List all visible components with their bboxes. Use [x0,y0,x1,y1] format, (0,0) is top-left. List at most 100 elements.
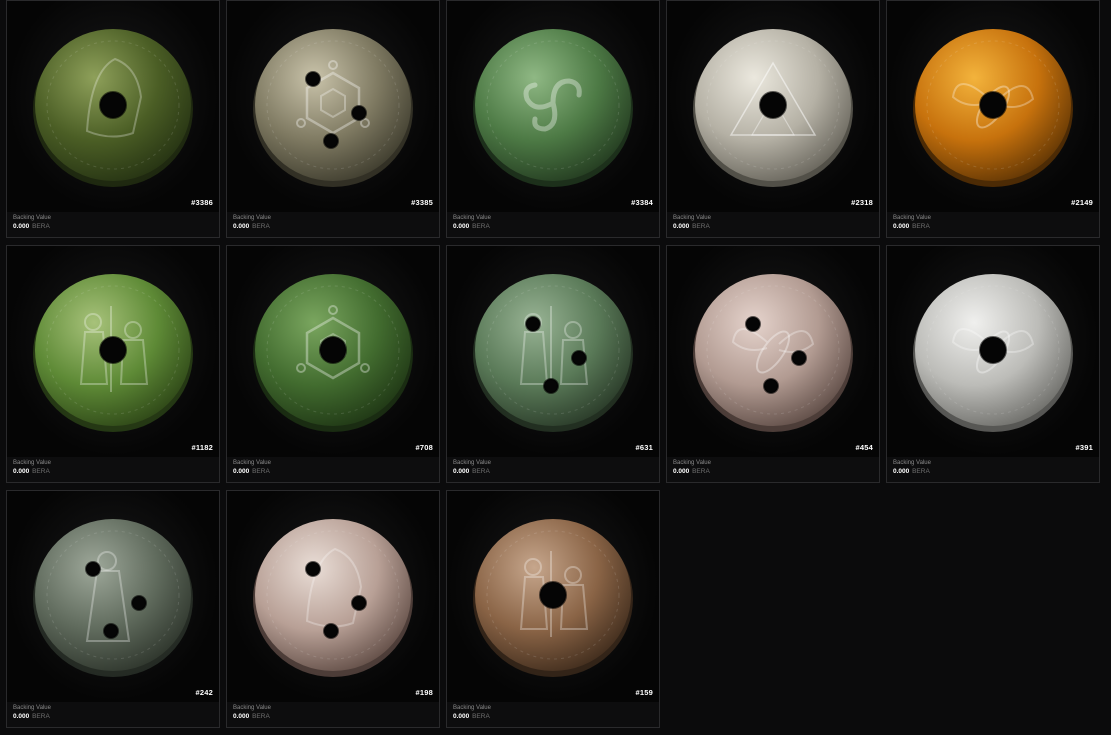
backing-value: 0.000 BERA [233,467,271,476]
backing-value-amount: 0.000 [893,223,910,230]
coin-image: #242 [7,491,219,702]
card-meta: Backing Value 0.000 BERA [13,704,51,721]
coin-image: #1182 [7,246,219,457]
coin-image: #631 [447,246,659,457]
coin-hexagon-network-icon [253,29,413,187]
backing-value: 0.000 BERA [13,222,51,231]
backing-value: 0.000 BERA [673,467,711,476]
coin-image: #3386 [7,1,219,212]
nft-card-242[interactable]: #242 Backing Value 0.000 BERA [6,490,220,728]
coin-image: #159 [447,491,659,702]
coin-robed-figure-icon [33,519,193,677]
backing-value-amount: 0.000 [453,468,470,475]
backing-value-amount: 0.000 [233,713,250,720]
backing-value-amount: 0.000 [893,468,910,475]
nft-card-159[interactable]: #159 Backing Value 0.000 BERA [446,490,660,728]
coin-bee-icon [913,29,1073,187]
card-meta: Backing Value 0.000 BERA [453,214,491,231]
backing-value-label: Backing Value [893,460,931,466]
card-meta: Backing Value 0.000 BERA [453,459,491,476]
token-id: #3385 [411,198,433,207]
card-meta: Backing Value 0.000 BERA [673,214,711,231]
backing-value: 0.000 BERA [893,467,931,476]
card-meta: Backing Value 0.000 BERA [233,214,271,231]
backing-value-amount: 0.000 [673,223,690,230]
backing-value-amount: 0.000 [233,468,250,475]
backing-value-currency: BERA [32,223,50,230]
backing-value-currency: BERA [32,713,50,720]
card-meta: Backing Value 0.000 BERA [233,704,271,721]
backing-value-currency: BERA [692,468,710,475]
backing-value: 0.000 BERA [453,222,491,231]
nft-card-2318[interactable]: #2318 Backing Value 0.000 BERA [666,0,880,238]
backing-value-amount: 0.000 [13,468,30,475]
backing-value: 0.000 BERA [233,712,271,721]
token-id: #159 [635,688,653,697]
coin-image: #2318 [667,1,879,212]
backing-value-label: Backing Value [673,215,711,221]
nft-card-708[interactable]: #708 Backing Value 0.000 BERA [226,245,440,483]
nft-card-1182[interactable]: #1182 Backing Value 0.000 BERA [6,245,220,483]
backing-value: 0.000 BERA [13,467,51,476]
token-id: #3386 [191,198,213,207]
nft-card-454[interactable]: #454 Backing Value 0.000 BERA [666,245,880,483]
token-id: #198 [415,688,433,697]
card-meta: Backing Value 0.000 BERA [673,459,711,476]
nft-card-2149[interactable]: #2149 Backing Value 0.000 BERA [886,0,1100,238]
token-id: #2149 [1071,198,1093,207]
token-id: #391 [1075,443,1093,452]
backing-value-label: Backing Value [233,705,271,711]
card-meta: Backing Value 0.000 BERA [233,459,271,476]
coin-image: #454 [667,246,879,457]
backing-value: 0.000 BERA [453,467,491,476]
backing-value-amount: 0.000 [453,223,470,230]
backing-value-label: Backing Value [13,460,51,466]
backing-value-label: Backing Value [453,705,491,711]
coin-figures-icon [473,519,633,677]
coin-triangle-icon [693,29,853,187]
nft-card-3385[interactable]: #3385 Backing Value 0.000 BERA [226,0,440,238]
nft-card-198[interactable]: #198 Backing Value 0.000 BERA [226,490,440,728]
backing-value-label: Backing Value [233,460,271,466]
backing-value-amount: 0.000 [453,713,470,720]
coin-hexagon-network-icon [253,274,413,432]
coin-hood-icon [33,29,193,187]
token-id: #3384 [631,198,653,207]
nft-card-631[interactable]: #631 Backing Value 0.000 BERA [446,245,660,483]
nft-grid: #3386 Backing Value 0.000 BERA #3385 Bac… [6,0,1100,728]
backing-value-currency: BERA [472,468,490,475]
backing-value-currency: BERA [472,223,490,230]
backing-value: 0.000 BERA [893,222,931,231]
coin-image: #3384 [447,1,659,212]
coin-triskelion-icon [473,29,633,187]
card-meta: Backing Value 0.000 BERA [893,459,931,476]
card-meta: Backing Value 0.000 BERA [893,214,931,231]
backing-value-currency: BERA [472,713,490,720]
backing-value-label: Backing Value [673,460,711,466]
nft-card-391[interactable]: #391 Backing Value 0.000 BERA [886,245,1100,483]
backing-value-currency: BERA [692,223,710,230]
token-id: #242 [195,688,213,697]
coin-image: #198 [227,491,439,702]
backing-value: 0.000 BERA [673,222,711,231]
coin-figures-icon [33,274,193,432]
token-id: #2318 [851,198,873,207]
token-id: #631 [635,443,653,452]
backing-value: 0.000 BERA [13,712,51,721]
card-meta: Backing Value 0.000 BERA [453,704,491,721]
card-meta: Backing Value 0.000 BERA [13,214,51,231]
nft-card-3384[interactable]: #3384 Backing Value 0.000 BERA [446,0,660,238]
coin-image: #708 [227,246,439,457]
backing-value-amount: 0.000 [673,468,690,475]
backing-value-label: Backing Value [13,705,51,711]
backing-value-label: Backing Value [453,215,491,221]
backing-value-label: Backing Value [453,460,491,466]
coin-image: #3385 [227,1,439,212]
backing-value-currency: BERA [912,223,930,230]
nft-card-3386[interactable]: #3386 Backing Value 0.000 BERA [6,0,220,238]
backing-value-amount: 0.000 [233,223,250,230]
token-id: #454 [855,443,873,452]
coin-bee-icon [913,274,1073,432]
backing-value-currency: BERA [252,468,270,475]
backing-value-currency: BERA [912,468,930,475]
